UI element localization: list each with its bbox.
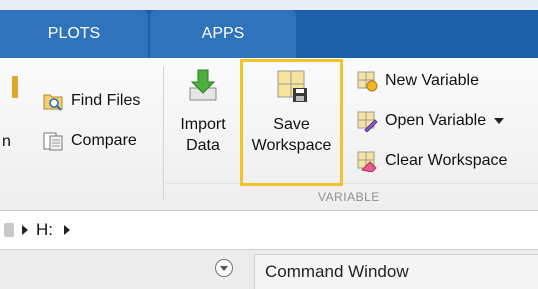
partial-folder-icon [4,223,14,237]
find-files-button[interactable]: Find Files [42,90,140,112]
open-variable-label: Open Variable [385,112,487,129]
compare-label: Compare [71,132,137,149]
import-data-button[interactable]: Import Data [172,68,234,156]
command-window-title: Command Window [265,262,409,281]
compare-icon [43,132,63,151]
path-separator-icon[interactable] [64,225,70,235]
command-window-header[interactable]: Command Window [254,254,538,289]
current-folder-bar: H: [0,211,538,250]
partial-icon [12,76,18,98]
new-variable-button[interactable]: New Variable [356,70,479,92]
import-data-label-line2: Data [186,137,220,154]
new-variable-label: New Variable [385,72,479,89]
tab-plots[interactable]: PLOTS [0,10,148,58]
open-variable-dropdown-icon[interactable] [494,118,505,124]
panel-menu-icon[interactable] [215,259,233,277]
import-data-icon [189,69,217,101]
toolstrip-tab-bar: PLOTS APPS [0,0,538,58]
tab-apps[interactable]: APPS [150,10,296,58]
new-variable-icon [357,71,378,92]
open-variable-button[interactable]: Open Variable [356,110,505,132]
clear-workspace-label: Clear Workspace [385,152,508,169]
find-files-icon [43,94,63,111]
path-drive-label[interactable]: H: [36,220,53,240]
compare-button[interactable]: Compare [42,130,137,152]
group-label-divider [166,183,538,184]
partial-label: n [2,133,11,150]
clear-workspace-button[interactable]: Clear Workspace [356,150,507,172]
open-variable-icon [357,111,378,132]
path-separator-icon[interactable] [22,225,28,235]
title-band [0,0,538,10]
import-data-label-line1: Import [180,116,226,133]
save-workspace-highlight [240,59,343,186]
group-divider [163,66,164,201]
clear-workspace-icon [357,151,377,172]
find-files-label: Find Files [71,92,141,109]
variable-group-label: VARIABLE [318,190,380,204]
